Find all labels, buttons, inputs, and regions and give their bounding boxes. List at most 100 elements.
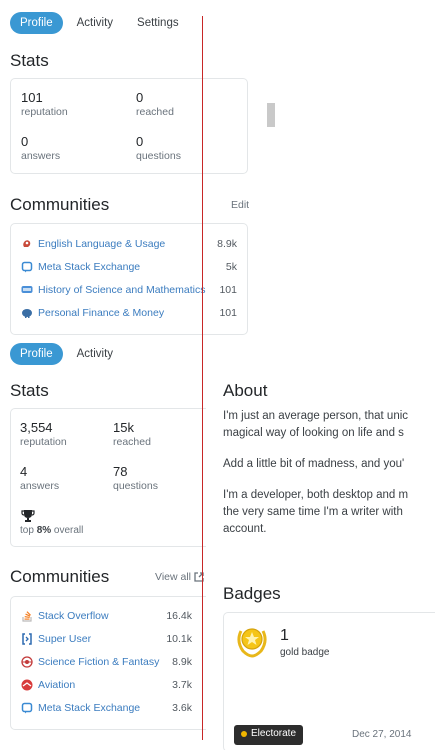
stats-title: Stats	[10, 51, 49, 70]
trophy-icon	[21, 509, 35, 523]
community-rep: 3.7k	[172, 679, 192, 691]
stackoverflow-icon	[21, 610, 33, 622]
tab-activity[interactable]: Activity	[67, 343, 123, 365]
community-item[interactable]: Meta Stack Exchange 5k	[21, 258, 237, 276]
community-name[interactable]: Personal Finance & Money	[38, 307, 213, 319]
community-item[interactable]: Meta Stack Exchange 3.6k	[21, 699, 192, 717]
community-item[interactable]: Personal Finance & Money 101	[21, 304, 237, 322]
stat-value: 4	[20, 464, 28, 479]
stat-label: reached	[113, 436, 151, 448]
about-paragraph: Add a little bit of madness, and you'	[223, 456, 423, 473]
meta-se-icon	[21, 702, 33, 714]
top-percent: 8%	[36, 525, 52, 536]
community-name[interactable]: Super User	[38, 633, 160, 645]
vertical-divider	[202, 16, 203, 740]
community-name[interactable]: History of Science and Mathematics	[38, 284, 213, 296]
top-profile-tabs: Profile Activity Settings	[10, 12, 193, 34]
stat-label: reputation	[21, 106, 68, 118]
community-item[interactable]: English Language & Usage 8.9k	[21, 235, 237, 253]
about-line: I'm just an average person, that unic	[223, 410, 409, 422]
stat-answers: 0 answers	[21, 134, 60, 163]
hsm-icon	[21, 284, 33, 296]
tab-settings[interactable]: Settings	[127, 12, 189, 34]
stat-label: answers	[20, 480, 60, 492]
gold-dot-icon	[241, 730, 247, 737]
stat-value: 3,554	[20, 420, 53, 435]
communities-card: Stack Overflow 16.4k Super User 10.1k Sc…	[10, 596, 206, 730]
money-icon	[21, 307, 33, 319]
community-name[interactable]: Science Fiction & Fantasy	[38, 656, 166, 668]
meta-se-icon	[21, 261, 33, 273]
view-all-label[interactable]: View all	[155, 571, 191, 583]
tab-activity[interactable]: Activity	[67, 12, 123, 34]
communities-card: English Language & Usage 8.9k Meta Stack…	[10, 223, 248, 335]
stat-value: 15k	[113, 420, 134, 435]
community-item[interactable]: Stack Overflow 16.4k	[21, 607, 192, 625]
community-name[interactable]: Aviation	[38, 679, 166, 691]
community-rep: 8.9k	[172, 656, 192, 668]
about-paragraph: I'm just an average person, that unic ma…	[223, 408, 423, 442]
scrollbar-thumb[interactable]	[267, 103, 275, 127]
community-rep: 101	[219, 307, 237, 319]
community-rep: 10.1k	[166, 633, 192, 645]
stats-title: Stats	[10, 381, 49, 400]
stat-label: questions	[136, 150, 181, 162]
stat-answers: 4 answers	[20, 464, 59, 493]
communities-title: Communities	[10, 195, 110, 214]
badge-count: 1	[280, 627, 289, 644]
community-name[interactable]: Meta Stack Exchange	[38, 261, 220, 273]
stat-label: questions	[113, 480, 158, 492]
stats-card: 3,554 reputation 15k reached 4 answers 7…	[10, 408, 206, 547]
view-all-link[interactable]: View all	[155, 571, 204, 583]
edit-communities-link[interactable]: Edit	[231, 199, 249, 211]
community-name[interactable]: Meta Stack Exchange	[38, 702, 166, 714]
stat-label: reputation	[20, 436, 67, 448]
badge-date: Dec 27, 2014	[352, 729, 412, 740]
community-item[interactable]: Science Fiction & Fantasy 8.9k	[21, 653, 192, 671]
badge-kind: gold badge	[280, 647, 330, 658]
ell-icon	[21, 238, 33, 250]
community-rep: 3.6k	[172, 702, 192, 714]
about-title: About	[223, 381, 268, 400]
community-item[interactable]: Super User 10.1k	[21, 630, 192, 648]
stat-reached: 15k reached	[113, 420, 151, 449]
tab-profile[interactable]: Profile	[10, 343, 63, 365]
stat-value: 0	[136, 134, 144, 149]
community-item[interactable]: Aviation 3.7k	[21, 676, 192, 694]
gold-badge-icon	[234, 623, 270, 659]
scifi-icon	[21, 656, 33, 668]
community-name[interactable]: English Language & Usage	[38, 238, 211, 250]
stat-questions: 78 questions	[113, 464, 158, 493]
top-prefix: top	[20, 525, 37, 536]
about-line: Add a little bit of madness, and you'	[223, 458, 405, 470]
top-suffix: overall	[51, 525, 84, 536]
stat-reputation: 101 reputation	[21, 90, 68, 119]
gold-badge-card: 1 gold badge Electorate Dec 27, 2014	[223, 612, 435, 750]
bottom-profile-tabs: Profile Activity	[10, 343, 127, 365]
badge-chip-label[interactable]: Electorate	[251, 728, 296, 739]
about-line: account.	[223, 523, 267, 535]
about-line: the very same time I'm a writer with	[223, 506, 403, 518]
badge-chip-electorate[interactable]: Electorate	[234, 725, 304, 745]
superuser-icon	[21, 633, 33, 645]
about-paragraph: I'm a developer, both desktop and m the …	[223, 487, 423, 538]
stat-questions: 0 questions	[136, 134, 181, 163]
stat-value: 78	[113, 464, 128, 479]
community-rep: 101	[219, 284, 237, 296]
stats-card: 101 reputation 0 reached 0 answers 0 que…	[10, 78, 248, 174]
stat-reputation: 3,554 reputation	[20, 420, 67, 449]
community-rep: 16.4k	[166, 610, 192, 622]
aviation-icon	[21, 679, 33, 691]
communities-title: Communities	[10, 567, 110, 586]
stat-value: 101	[21, 90, 43, 105]
tab-profile[interactable]: Profile	[10, 12, 63, 34]
stat-label: answers	[21, 150, 61, 162]
stat-reached: 0 reached	[136, 90, 174, 119]
top-overall-text: top 8% overall	[20, 525, 83, 536]
community-name[interactable]: Stack Overflow	[38, 610, 160, 622]
about-line: I'm a developer, both desktop and m	[223, 489, 409, 501]
community-rep: 5k	[225, 261, 237, 273]
stat-value: 0	[21, 134, 29, 149]
community-rep: 8.9k	[217, 238, 237, 250]
community-item[interactable]: History of Science and Mathematics 101	[21, 281, 237, 299]
